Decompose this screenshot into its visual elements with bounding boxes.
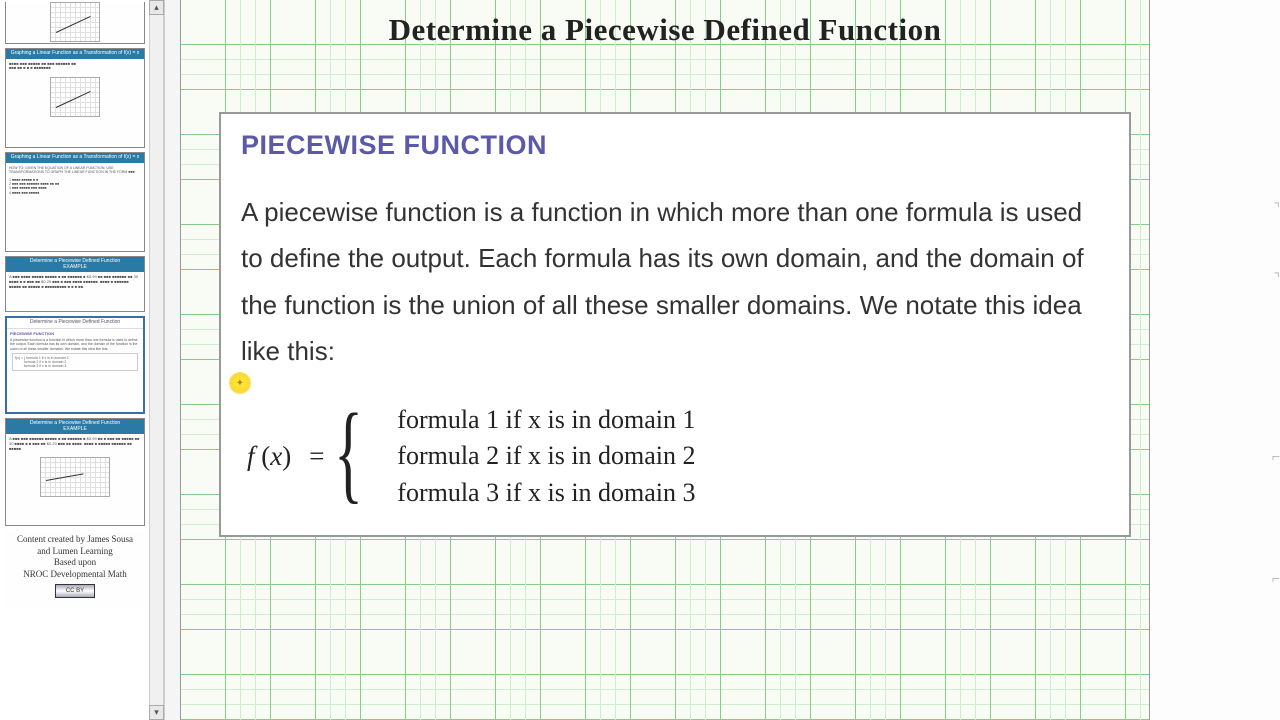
slide-title: Determine a Piecewise Defined Function bbox=[181, 0, 1149, 48]
main-slide-area: Determine a Piecewise Defined Function P… bbox=[165, 0, 1150, 720]
credits-line: and Lumen Learning bbox=[7, 546, 143, 558]
thumbnail-slide[interactable]: Graphing a Linear Function as a Transfor… bbox=[5, 48, 145, 148]
piecewise-formula: f (x) = { formula 1 if x is in domain 1 … bbox=[241, 402, 1109, 511]
gutter-mark: ⌐ bbox=[1272, 448, 1280, 464]
case-line: formula 3 if x is in domain 3 bbox=[397, 475, 695, 511]
left-brace: { bbox=[334, 403, 363, 502]
credits-line: NROC Developmental Math bbox=[7, 569, 143, 581]
scroll-down-button[interactable]: ▾ bbox=[149, 705, 164, 720]
gutter-mark: ⌝ bbox=[1273, 270, 1280, 287]
slide-canvas: Determine a Piecewise Defined Function P… bbox=[180, 0, 1150, 720]
thumbnail-slide-current[interactable]: Determine a Piecewise Defined Function P… bbox=[5, 316, 145, 414]
equals-sign: = bbox=[299, 441, 334, 472]
thumbnail-slide[interactable] bbox=[5, 2, 145, 44]
right-gutter: ⌝ ⌝ ⌐ ⌐ bbox=[1150, 0, 1280, 720]
thumbnail-slide[interactable]: Determine a Piecewise Defined FunctionEX… bbox=[5, 418, 145, 526]
thumbnail-list: Graphing a Linear Function as a Transfor… bbox=[0, 0, 150, 720]
definition-box: PIECEWISE FUNCTION A piecewise function … bbox=[219, 112, 1131, 537]
credits-line: Based upon bbox=[7, 557, 143, 569]
thumbnail-slide[interactable]: Determine a Piecewise Defined FunctionEX… bbox=[5, 256, 145, 312]
formula-cases: formula 1 if x is in domain 1 formula 2 … bbox=[397, 402, 695, 511]
cursor-highlight-icon: ✦ bbox=[229, 372, 251, 394]
box-heading: PIECEWISE FUNCTION bbox=[241, 130, 1109, 161]
scroll-up-button[interactable]: ▴ bbox=[149, 0, 164, 15]
function-name: f (x) bbox=[247, 441, 299, 472]
gutter-mark: ⌐ bbox=[1272, 570, 1280, 586]
case-line: formula 2 if x is in domain 2 bbox=[397, 438, 695, 474]
credits-line: Content created by James Sousa bbox=[7, 534, 143, 546]
case-line: formula 1 if x is in domain 1 bbox=[397, 402, 695, 438]
thumbnail-slide[interactable]: Graphing a Linear Function as a Transfor… bbox=[5, 152, 145, 252]
thumbnail-credits[interactable]: Content created by James Sousa and Lumen… bbox=[5, 530, 145, 608]
cc-license-badge: CC BY bbox=[55, 584, 95, 598]
slide-thumbnail-panel: ▴ ▾ Graphing a Linear Function as a Tran… bbox=[0, 0, 165, 720]
scrollbar-track[interactable] bbox=[149, 15, 164, 705]
gutter-mark: ⌝ bbox=[1273, 200, 1280, 217]
box-body-text: A piecewise function is a function in wh… bbox=[241, 189, 1109, 374]
